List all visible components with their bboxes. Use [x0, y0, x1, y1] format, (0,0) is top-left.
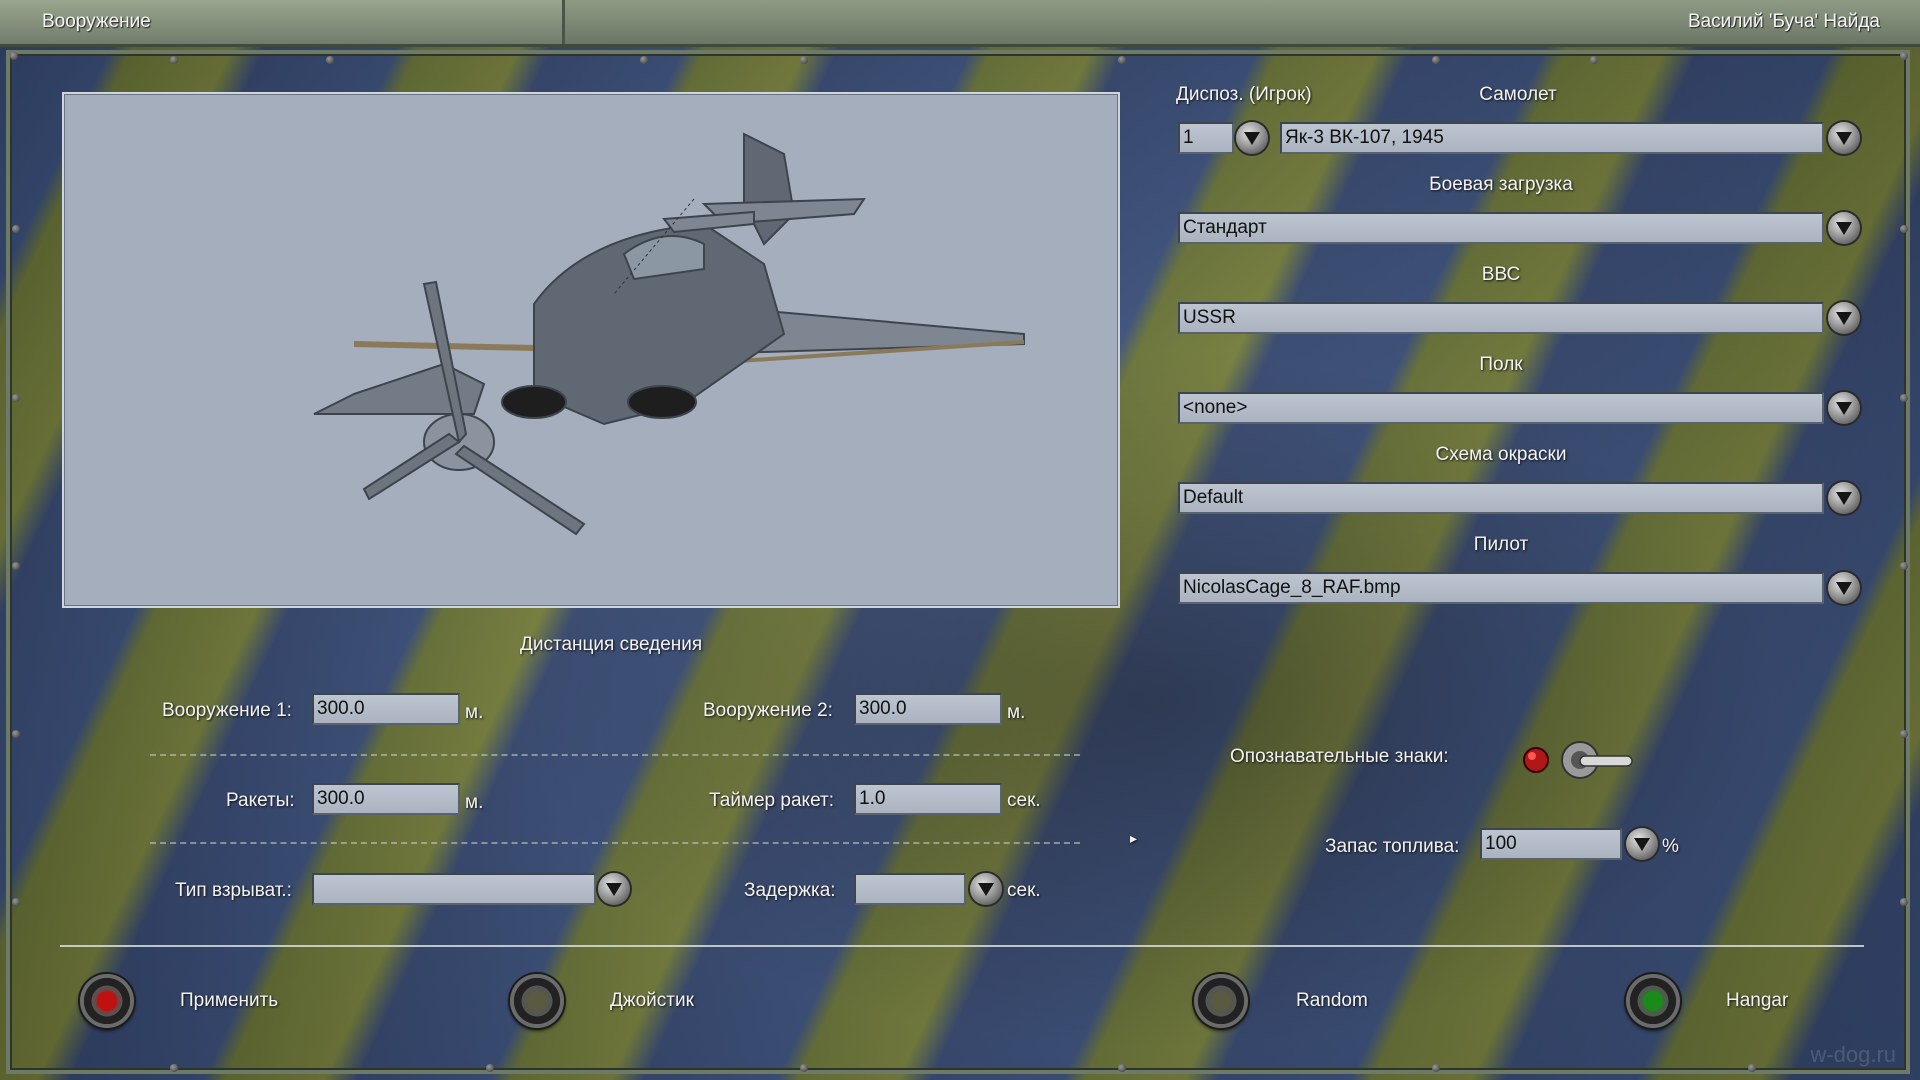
weapon2-input[interactable]: 300.0 [854, 693, 1002, 725]
toggle-switch-icon [1523, 741, 1633, 779]
fuel-dropdown-icon[interactable] [1626, 828, 1658, 860]
hangar-button-label[interactable]: Hangar [1726, 990, 1788, 1012]
rivet-icon [1432, 1064, 1440, 1072]
fuel-input[interactable]: 100 [1480, 828, 1622, 860]
aircraft-model-icon [313, 132, 1025, 536]
fuel-label: Запас топлива: [1325, 836, 1460, 857]
skin-select[interactable]: Default [1178, 482, 1824, 514]
rivet-icon [1118, 56, 1126, 64]
cursor-icon: ▸ [1130, 830, 1138, 846]
weapon1-unit: м. [465, 702, 484, 723]
rivet-icon [1900, 562, 1908, 570]
rivet-icon [640, 56, 648, 64]
rivet-icon [1748, 1064, 1756, 1072]
joystick-button-label[interactable]: Джойстик [610, 990, 694, 1012]
footer-separator [60, 945, 1864, 947]
rivet-icon [1900, 52, 1908, 60]
apply-lamp-button[interactable] [80, 974, 134, 1028]
rockets-label: Ракеты: [226, 790, 295, 811]
regiment-select[interactable]: <none> [1178, 392, 1824, 424]
rocket-timer-unit: сек. [1007, 790, 1041, 811]
page-title: Вооружение [42, 11, 151, 32]
convergence-title: Дистанция сведения [520, 634, 703, 655]
rivet-icon [326, 56, 334, 64]
rivet-icon [1900, 394, 1908, 402]
divider-dashed [150, 754, 1080, 756]
joystick-lamp-button[interactable] [510, 974, 564, 1028]
rivet-icon [170, 56, 178, 64]
fuze-label: Тип взрыват.: [175, 880, 292, 901]
rivet-icon [1590, 56, 1598, 64]
delay-dropdown-icon[interactable] [970, 873, 1002, 905]
regiment-label: Полк [1479, 354, 1523, 375]
rockets-input[interactable]: 300.0 [312, 783, 460, 815]
rivet-icon [1900, 898, 1908, 906]
airforce-select[interactable]: USSR [1178, 302, 1824, 334]
airforce-label: ВВС [1481, 264, 1521, 285]
fuze-dropdown-icon[interactable] [598, 873, 630, 905]
plane-dropdown-icon[interactable] [1828, 122, 1860, 154]
rivet-icon [12, 225, 20, 233]
rivet-icon [12, 730, 20, 738]
plane-label: Самолет [1479, 84, 1557, 105]
skin-label: Схема окраски [1435, 444, 1567, 465]
fuze-select[interactable] [312, 873, 596, 905]
markings-label: Опознавательные знаки: [1230, 746, 1449, 767]
watermark: w-dog.ru [1810, 1042, 1896, 1067]
rivet-icon [170, 1064, 178, 1072]
skin-dropdown-icon[interactable] [1828, 482, 1860, 514]
plane-select[interactable]: Як-3 ВК-107, 1945 [1280, 122, 1824, 154]
rivet-icon [800, 1064, 808, 1072]
weapon2-unit: м. [1007, 702, 1026, 723]
loadout-label: Боевая загрузка [1429, 174, 1573, 195]
pilot-label: Пилот [1473, 534, 1529, 555]
player-name: Василий 'Буча' Найда [1687, 11, 1880, 32]
rocket-timer-input[interactable]: 1.0 [854, 783, 1002, 815]
delay-unit: сек. [1007, 880, 1041, 901]
fuel-unit: % [1662, 836, 1679, 857]
pilot-select[interactable]: NicolasCage_8_RAF.bmp [1178, 572, 1824, 604]
rivet-icon [1432, 56, 1440, 64]
rivet-icon [12, 898, 20, 906]
delay-input[interactable] [854, 873, 966, 905]
slot-input[interactable]: 1 [1178, 122, 1234, 154]
rivet-icon [10, 52, 18, 60]
weapon2-label: Вооружение 2: [703, 700, 833, 721]
weapon1-input[interactable]: 300.0 [312, 693, 460, 725]
rivet-icon [800, 56, 808, 64]
loadout-dropdown-icon[interactable] [1828, 212, 1860, 244]
rivet-icon [12, 394, 20, 402]
rivet-icon [1900, 730, 1908, 738]
random-button-label[interactable]: Random [1296, 990, 1368, 1012]
rivet-icon [1900, 225, 1908, 233]
slot-dropdown-icon[interactable] [1236, 122, 1268, 154]
markings-toggle[interactable] [1518, 738, 1638, 788]
rivet-icon [486, 1064, 494, 1072]
rivet-icon [12, 562, 20, 570]
rockets-unit: м. [465, 792, 484, 813]
apply-button-label[interactable]: Применить [180, 990, 278, 1012]
rivet-icon [1118, 1064, 1126, 1072]
airforce-dropdown-icon[interactable] [1828, 302, 1860, 334]
regiment-dropdown-icon[interactable] [1828, 392, 1860, 424]
weapon1-label: Вооружение 1: [162, 700, 292, 721]
pilot-dropdown-icon[interactable] [1828, 572, 1860, 604]
random-lamp-button[interactable] [1194, 974, 1248, 1028]
rocket-timer-label: Таймер ракет: [709, 790, 834, 811]
aircraft-preview-viewport[interactable] [62, 92, 1120, 608]
top-bar: Вооружение Василий 'Буча' Найда [0, 0, 1920, 47]
delay-label: Задержка: [744, 880, 836, 901]
hangar-lamp-button[interactable] [1626, 974, 1680, 1028]
divider-dashed [150, 842, 1080, 844]
loadout-select[interactable]: Стандарт [1178, 212, 1824, 244]
